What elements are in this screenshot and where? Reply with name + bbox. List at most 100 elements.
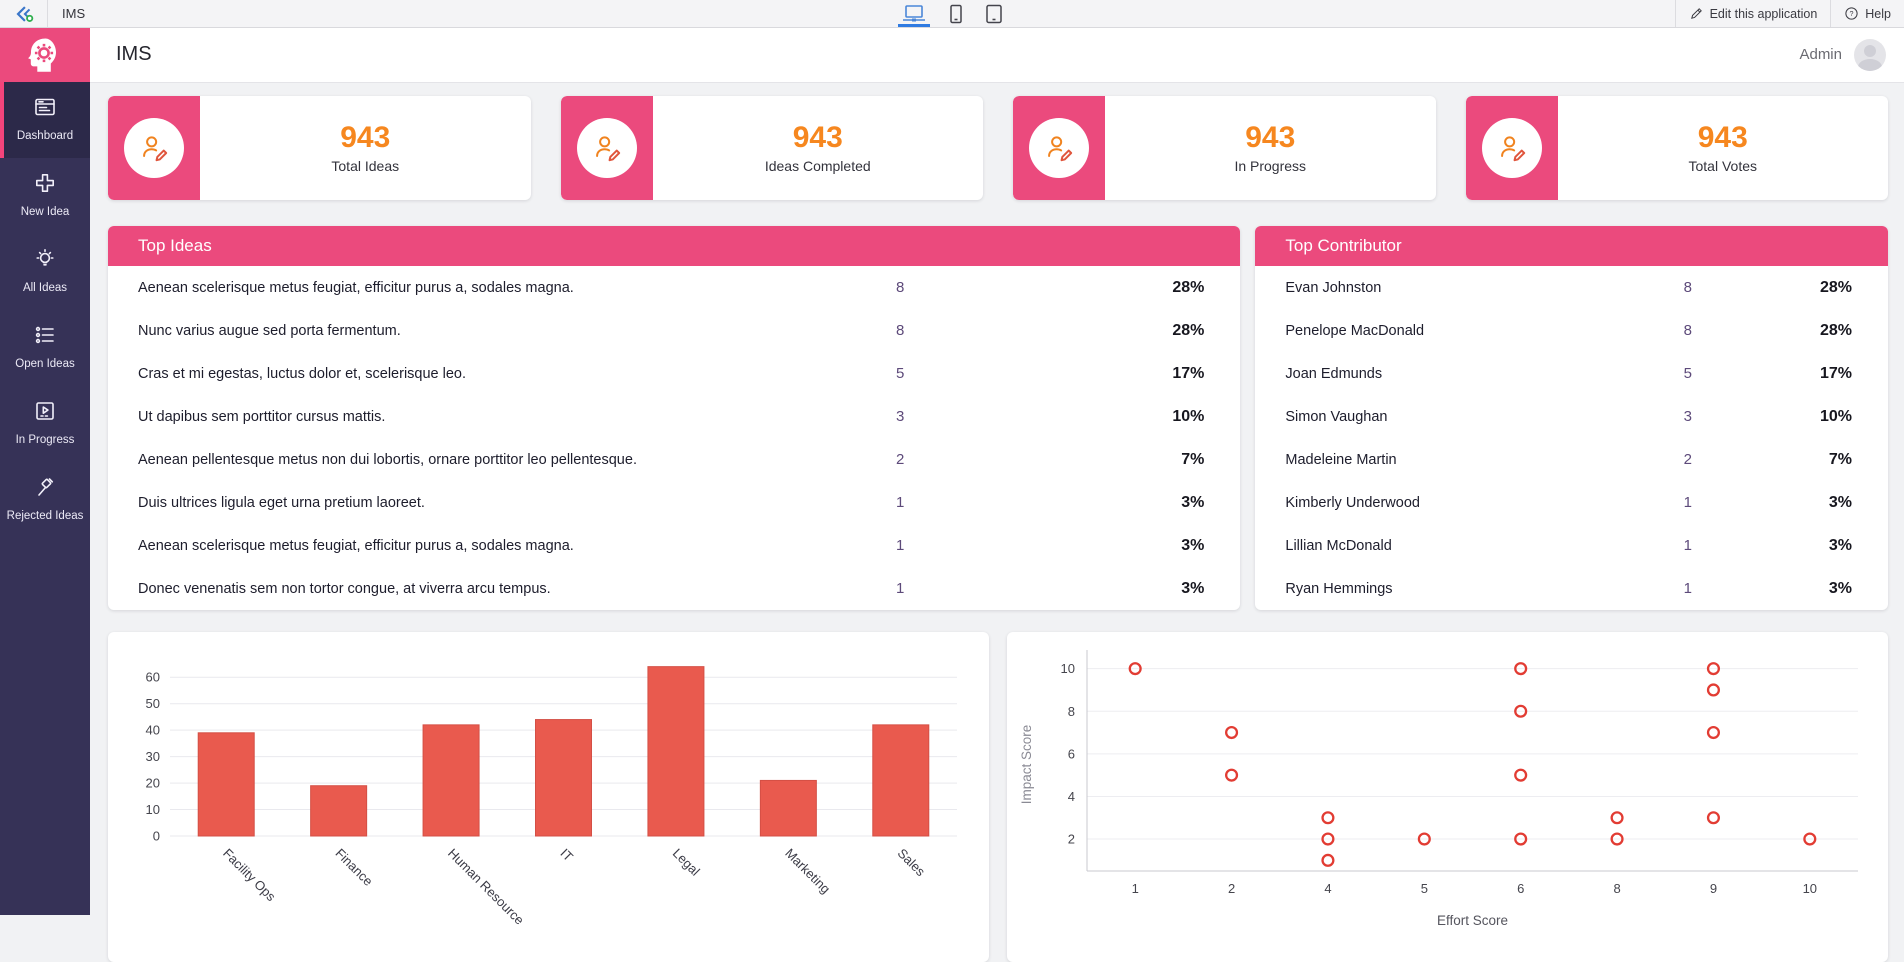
- app-logo[interactable]: [0, 27, 90, 82]
- row-name: Aenean scelerisque metus feugiat, effici…: [138, 538, 814, 554]
- sidebar-item-all-ideas[interactable]: All Ideas: [0, 234, 90, 310]
- table-row: Evan Johnston828%: [1255, 266, 1888, 309]
- tablet-icon[interactable]: [985, 0, 1003, 27]
- main-content: 943 Total Ideas 943 Ideas Completed 943 …: [90, 82, 1904, 915]
- impact-effort-scatter-chart: 246810124568910Effort ScoreImpact Score: [1007, 632, 1888, 962]
- row-percent: 7%: [904, 451, 1204, 469]
- row-name: Simon Vaughan: [1285, 409, 1632, 425]
- svg-text:40: 40: [146, 723, 160, 738]
- svg-text:10: 10: [1061, 661, 1075, 676]
- sidebar-item-label: Open Ideas: [6, 358, 84, 371]
- stat-card-in-progress: 943 In Progress: [1013, 96, 1436, 200]
- svg-text:6: 6: [1068, 746, 1075, 761]
- gavel-icon: [33, 475, 57, 504]
- table-row: Kimberly Underwood13%: [1255, 481, 1888, 524]
- stat-label: Ideas Completed: [765, 158, 871, 174]
- table-row: Penelope MacDonald828%: [1255, 309, 1888, 352]
- sidebar-item-label: New Idea: [6, 206, 84, 219]
- row-value: 8: [814, 279, 904, 296]
- table-row: Lillian McDonald13%: [1255, 524, 1888, 567]
- row-name: Lillian McDonald: [1285, 538, 1632, 554]
- svg-text:Effort Score: Effort Score: [1437, 913, 1508, 928]
- sidebar-item-label: In Progress: [6, 434, 84, 447]
- table-row: Aenean pellentesque metus non dui lobort…: [108, 438, 1240, 481]
- app-header: IMS Admin: [0, 27, 1904, 83]
- row-percent: 3%: [1692, 537, 1852, 555]
- device-preview-toggle: [901, 0, 1003, 27]
- sidebar-item-new-idea[interactable]: New Idea: [0, 158, 90, 234]
- stat-card-total-votes: 943 Total Votes: [1466, 96, 1889, 200]
- svg-text:Human Resource: Human Resource: [445, 846, 527, 928]
- svg-text:2: 2: [1228, 881, 1235, 896]
- help-icon: ?: [1844, 6, 1859, 21]
- sidebar-item-dashboard[interactable]: Dashboard: [0, 82, 90, 158]
- list-icon: [33, 323, 57, 352]
- stat-value: 943: [1698, 122, 1748, 154]
- row-percent: 10%: [904, 408, 1204, 426]
- row-percent: 17%: [904, 365, 1204, 383]
- row-name: Aenean pellentesque metus non dui lobort…: [138, 452, 814, 468]
- row-name: Cras et mi egestas, luctus dolor et, sce…: [138, 366, 814, 382]
- sidebar-item-open-ideas[interactable]: Open Ideas: [0, 310, 90, 386]
- row-value: 3: [1632, 408, 1692, 425]
- breadcrumb: IMS: [62, 6, 85, 21]
- user-name: Admin: [1799, 46, 1842, 63]
- row-value: 8: [1632, 322, 1692, 339]
- row-value: 1: [814, 580, 904, 597]
- row-percent: 7%: [1692, 451, 1852, 469]
- svg-text:5: 5: [1421, 881, 1428, 896]
- user-edit-icon: [1029, 118, 1089, 178]
- row-value: 5: [814, 365, 904, 382]
- top-ideas-rows: Aenean scelerisque metus feugiat, effici…: [108, 266, 1240, 610]
- row-name: Donec venenatis sem non tortor congue, a…: [138, 581, 814, 597]
- sidebar-item-in-progress[interactable]: In Progress: [0, 386, 90, 462]
- sidebar-item-rejected-ideas[interactable]: Rejected Ideas: [0, 462, 90, 538]
- stat-card-total-ideas: 943 Total Ideas: [108, 96, 531, 200]
- table-row: Aenean scelerisque metus feugiat, effici…: [108, 266, 1240, 309]
- stat-label: Total Votes: [1689, 158, 1758, 174]
- row-name: Ryan Hemmings: [1285, 581, 1632, 597]
- svg-text:9: 9: [1710, 881, 1717, 896]
- user-edit-icon: [1482, 118, 1542, 178]
- table-row: Simon Vaughan310%: [1255, 395, 1888, 438]
- stat-value: 943: [340, 122, 390, 154]
- scatter-chart-svg: 246810124568910Effort ScoreImpact Score: [1011, 636, 1884, 958]
- row-value: 1: [1632, 580, 1692, 597]
- charts-row: 0102030405060Facility OpsFinanceHuman Re…: [108, 632, 1888, 962]
- svg-text:8: 8: [1613, 881, 1620, 896]
- top-contributor-table: Top Contributor Evan Johnston828%Penelop…: [1255, 226, 1888, 610]
- row-value: 2: [1632, 451, 1692, 468]
- svg-text:Legal: Legal: [670, 846, 703, 879]
- row-value: 1: [814, 494, 904, 511]
- row-percent: 3%: [1692, 580, 1852, 598]
- svg-text:IT: IT: [557, 846, 576, 865]
- svg-text:30: 30: [146, 749, 160, 764]
- edit-application-button[interactable]: Edit this application: [1675, 0, 1831, 27]
- row-value: 1: [1632, 537, 1692, 554]
- table-row: Nunc varius augue sed porta fermentum.82…: [108, 309, 1240, 352]
- row-name: Nunc varius augue sed porta fermentum.: [138, 323, 814, 339]
- stat-label: In Progress: [1234, 158, 1306, 174]
- plus-icon: [33, 171, 57, 200]
- phone-icon[interactable]: [949, 0, 963, 27]
- svg-text:Marketing: Marketing: [782, 846, 833, 897]
- row-value: 3: [814, 408, 904, 425]
- lightbulb-icon: [33, 247, 57, 276]
- row-percent: 28%: [1692, 322, 1852, 340]
- row-value: 8: [1632, 279, 1692, 296]
- avatar[interactable]: [1854, 39, 1886, 71]
- laptop-icon[interactable]: [901, 0, 927, 27]
- back-to-designer-icon[interactable]: [0, 0, 48, 27]
- svg-text:20: 20: [146, 776, 160, 791]
- row-name: Joan Edmunds: [1285, 366, 1632, 382]
- pencil-icon: [1689, 6, 1704, 21]
- row-value: 1: [1632, 494, 1692, 511]
- row-name: Evan Johnston: [1285, 280, 1632, 296]
- sidebar-item-label: Rejected Ideas: [6, 510, 84, 523]
- table-row: Duis ultrices ligula eget urna pretium l…: [108, 481, 1240, 524]
- top-ideas-header: Top Ideas: [108, 226, 1240, 266]
- svg-text:8: 8: [1068, 704, 1075, 719]
- help-button[interactable]: ? Help: [1830, 0, 1904, 27]
- svg-text:?: ?: [1850, 10, 1854, 18]
- svg-text:60: 60: [146, 670, 160, 685]
